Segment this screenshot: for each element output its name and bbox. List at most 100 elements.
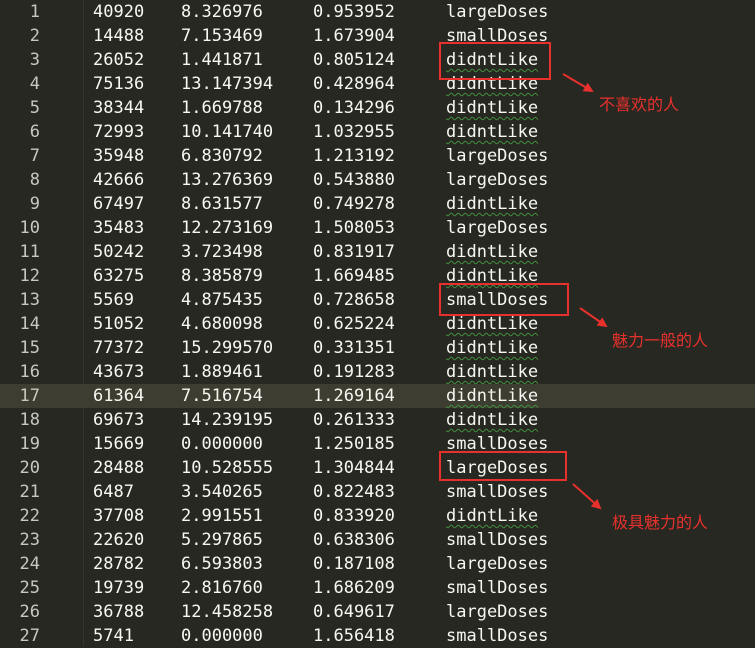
editor-line[interactable]: 3 26052 1.441871 0.805124 didntLike <box>0 48 755 72</box>
cell-col-1: 69673 <box>93 410 145 430</box>
cell-col-2: 7.516754 <box>181 386 263 406</box>
line-number: 7 <box>29 146 40 166</box>
cell-col-2: 4.680098 <box>181 314 263 334</box>
cell-label: didntLike <box>446 410 539 430</box>
cell-col-2: 10.528555 <box>181 458 274 478</box>
cell-label: didntLike <box>446 386 539 406</box>
cell-col-1: 28782 <box>93 554 145 574</box>
cell-col-2: 13.276369 <box>181 170 274 190</box>
cell-col-2: 3.540265 <box>181 482 263 502</box>
cell-col-2: 1.441871 <box>181 50 263 70</box>
line-number: 2 <box>29 26 40 46</box>
cell-col-2: 7.153469 <box>181 26 263 46</box>
editor-line[interactable]: 13 5569 4.875435 0.728658 smallDoses <box>0 288 755 312</box>
cell-label: didntLike <box>446 506 539 526</box>
cell-col-1: 42666 <box>93 170 145 190</box>
cell-label: largeDoses <box>446 170 549 190</box>
cell-col-1: 63275 <box>93 266 145 286</box>
line-number: 17 <box>19 386 40 406</box>
cell-col-3: 0.728658 <box>313 290 395 310</box>
cell-col-1: 50242 <box>93 242 145 262</box>
editor-line[interactable]: 8 42666 13.276369 0.543880 largeDoses <box>0 168 755 192</box>
cell-col-2: 5.297865 <box>181 530 263 550</box>
cell-col-2: 10.141740 <box>181 122 274 142</box>
cell-col-1: 6487 <box>93 482 134 502</box>
editor-line[interactable]: 1 40920 8.326976 0.953952 largeDoses <box>0 0 755 24</box>
cell-col-3: 0.833920 <box>313 506 395 526</box>
cell-col-1: 61364 <box>93 386 145 406</box>
cell-label: smallDoses <box>446 530 549 550</box>
cell-col-3: 1.508053 <box>313 218 395 238</box>
cell-col-1: 40920 <box>93 2 145 22</box>
cell-col-2: 4.875435 <box>181 290 263 310</box>
cell-col-3: 0.638306 <box>313 530 395 550</box>
highlight-box-didntlike <box>439 42 551 80</box>
line-number: 14 <box>19 314 40 334</box>
cell-col-3: 0.191283 <box>313 362 395 382</box>
cell-col-1: 36788 <box>93 602 145 622</box>
cell-label: largeDoses <box>446 218 549 238</box>
editor-line[interactable]: 20 28488 10.528555 1.304844 largeDoses <box>0 456 755 480</box>
editor-line[interactable]: 2 14488 7.153469 1.673904 smallDoses <box>0 24 755 48</box>
cell-col-2: 8.631577 <box>181 194 263 214</box>
annotation-label-1: 不喜欢的人 <box>599 95 680 114</box>
cell-col-1: 5569 <box>93 290 134 310</box>
editor-line[interactable]: 26 36788 12.458258 0.649617 largeDoses <box>0 600 755 624</box>
editor-line[interactable]: 9 67497 8.631577 0.749278 didntLike <box>0 192 755 216</box>
editor-line[interactable]: 18 69673 14.239195 0.261333 didntLike <box>0 408 755 432</box>
cell-col-3: 0.749278 <box>313 194 395 214</box>
line-number: 21 <box>19 482 40 502</box>
cell-col-3: 0.187108 <box>313 554 395 574</box>
editor-line[interactable]: 4 75136 13.147394 0.428964 didntLike <box>0 72 755 96</box>
line-number: 26 <box>19 602 40 622</box>
editor-line[interactable]: 17 61364 7.516754 1.269164 didntLike <box>0 384 755 408</box>
editor-line[interactable]: 6 72993 10.141740 1.032955 didntLike <box>0 120 755 144</box>
cell-col-1: 77372 <box>93 338 145 358</box>
editor-line[interactable]: 19 15669 0.000000 1.250185 smallDoses <box>0 432 755 456</box>
text-editor[interactable]: 1 40920 8.326976 0.953952 largeDoses 2 14488 7.… <box>0 0 755 646</box>
line-number: 9 <box>29 194 40 214</box>
line-number: 1 <box>29 2 40 22</box>
cell-col-3: 1.304844 <box>313 458 395 478</box>
cell-col-1: 51052 <box>93 314 145 334</box>
line-number: 13 <box>19 290 40 310</box>
cell-col-3: 0.649617 <box>313 602 395 622</box>
line-number: 18 <box>19 410 40 430</box>
editor-line[interactable]: 21 6487 3.540265 0.822483 smallDoses <box>0 480 755 504</box>
cell-col-2: 12.273169 <box>181 218 274 238</box>
cell-col-3: 0.822483 <box>313 482 395 502</box>
cell-col-2: 6.830792 <box>181 146 263 166</box>
cell-col-1: 67497 <box>93 194 145 214</box>
cell-label: didntLike <box>446 98 539 118</box>
line-number: 16 <box>19 362 40 382</box>
cell-col-3: 1.656418 <box>313 626 395 646</box>
cell-label: didntLike <box>446 338 539 358</box>
cell-col-2: 2.991551 <box>181 506 263 526</box>
line-number: 23 <box>19 530 40 550</box>
cell-col-2: 12.458258 <box>181 602 274 622</box>
line-number: 5 <box>29 98 40 118</box>
line-number: 12 <box>19 266 40 286</box>
cell-col-3: 1.686209 <box>313 578 395 598</box>
cell-col-1: 26052 <box>93 50 145 70</box>
editor-line[interactable]: 24 28782 6.593803 0.187108 largeDoses <box>0 552 755 576</box>
cell-label: largeDoses <box>446 146 549 166</box>
line-number: 24 <box>19 554 40 574</box>
editor-line[interactable]: 10 35483 12.273169 1.508053 largeDoses <box>0 216 755 240</box>
editor-line[interactable]: 25 19739 2.816760 1.686209 smallDoses <box>0 576 755 600</box>
cell-col-2: 1.669788 <box>181 98 263 118</box>
cell-col-2: 8.385879 <box>181 266 263 286</box>
editor-line[interactable]: 11 50242 3.723498 0.831917 didntLike <box>0 240 755 264</box>
cell-col-3: 0.831917 <box>313 242 395 262</box>
editor-line[interactable]: 7 35948 6.830792 1.213192 largeDoses <box>0 144 755 168</box>
editor-line[interactable]: 27 5741 0.000000 1.656418 smallDoses <box>0 624 755 648</box>
line-number: 3 <box>29 50 40 70</box>
cell-col-1: 5741 <box>93 626 134 646</box>
editor-line[interactable]: 16 43673 1.889461 0.191283 didntLike <box>0 360 755 384</box>
cell-col-3: 1.269164 <box>313 386 395 406</box>
cell-col-1: 35948 <box>93 146 145 166</box>
editor-line[interactable]: 12 63275 8.385879 1.669485 didntLike <box>0 264 755 288</box>
cell-col-3: 0.953952 <box>313 2 395 22</box>
cell-col-2: 1.889461 <box>181 362 263 382</box>
cell-col-1: 38344 <box>93 98 145 118</box>
